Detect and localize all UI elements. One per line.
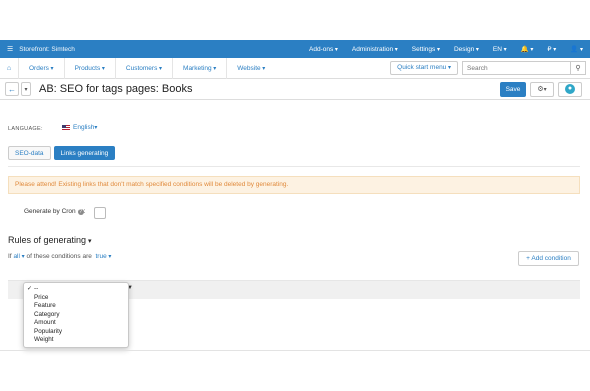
gear-icon[interactable]: ⚙: [530, 81, 554, 97]
page-title-bar: ← ▾ AB: SEO for tags pages: Books Save ⚙…: [0, 79, 590, 100]
rules-of-generating-heading[interactable]: Rules of generating: [8, 235, 92, 245]
checkmark-icon: ✓: [27, 286, 33, 292]
page-title: AB: SEO for tags pages: Books: [39, 83, 193, 95]
language-label: LANGUAGE:: [8, 126, 43, 132]
nav-products[interactable]: Products: [63, 57, 115, 79]
notifications-bell-icon[interactable]: 🔔: [521, 45, 534, 53]
generate-by-cron-checkbox[interactable]: [94, 207, 106, 219]
nav-marketing[interactable]: Marketing: [172, 57, 226, 79]
back-arrow-icon[interactable]: ←: [5, 82, 19, 96]
quick-start-menu-button[interactable]: Quick start menu: [390, 61, 458, 75]
search-input[interactable]: [462, 61, 570, 75]
save-button[interactable]: Save: [500, 81, 526, 97]
storefront-preview-button[interactable]: ●: [558, 81, 582, 97]
addons-menu[interactable]: Add-ons: [309, 46, 338, 53]
language-selector[interactable]: English: [62, 124, 97, 131]
generate-by-cron-label: Generate by Cron ? :: [24, 208, 86, 215]
storefront-selector[interactable]: ☰ Storefront: Simtech: [0, 45, 302, 54]
option-popularity[interactable]: Popularity: [24, 328, 128, 337]
language-menu[interactable]: EN: [493, 46, 507, 53]
tab-seo-data[interactable]: SEO-data: [8, 146, 51, 160]
bottom-divider: [0, 350, 590, 351]
user-account-icon[interactable]: 👤: [570, 45, 583, 53]
nav-orders[interactable]: Orders: [18, 57, 64, 79]
condition-type-dropdown[interactable]: ✓ -- Price Feature Category Amount Popula…: [23, 282, 129, 348]
tab-links-generating[interactable]: Links generating: [53, 146, 116, 160]
warning-alert: Please attend! Existing links that don't…: [8, 176, 580, 194]
option-price[interactable]: Price: [24, 294, 128, 303]
search-box: ⚲: [462, 61, 586, 75]
language-value: English: [73, 124, 95, 131]
option-category[interactable]: Category: [24, 311, 128, 320]
home-icon[interactable]: ⌂: [0, 65, 18, 72]
search-icon[interactable]: ⚲: [570, 61, 586, 75]
option-none[interactable]: ✓ --: [24, 285, 128, 294]
true-false-selector[interactable]: true: [95, 253, 111, 260]
option-weight[interactable]: Weight: [24, 336, 128, 345]
chevron-down-icon[interactable]: ▾: [21, 82, 31, 96]
tabs: SEO-data Links generating: [8, 146, 118, 160]
currency-menu[interactable]: ₽: [547, 45, 556, 53]
design-menu[interactable]: Design: [454, 46, 479, 53]
settings-menu[interactable]: Settings: [412, 46, 440, 53]
globe-icon: ●: [565, 84, 575, 94]
storefront-label: Storefront: Simtech: [19, 45, 75, 53]
admin-top-bar: ☰ Storefront: Simtech Add-ons Administra…: [0, 40, 590, 58]
option-amount[interactable]: Amount: [24, 319, 128, 328]
us-flag-icon: [62, 125, 70, 130]
main-navigation: ⌂ Orders Products Customers Marketing We…: [0, 57, 590, 79]
administration-menu[interactable]: Administration: [352, 46, 398, 53]
option-feature[interactable]: Feature: [24, 302, 128, 311]
storefront-icon: ☰: [7, 46, 14, 53]
tab-divider: [8, 166, 580, 167]
add-condition-button[interactable]: + Add condition: [518, 251, 579, 266]
nav-website[interactable]: Website: [226, 57, 275, 79]
nav-customers[interactable]: Customers: [114, 57, 172, 79]
conditions-sentence: If all of these conditions are true: [8, 253, 111, 260]
all-any-selector[interactable]: all: [13, 253, 24, 260]
